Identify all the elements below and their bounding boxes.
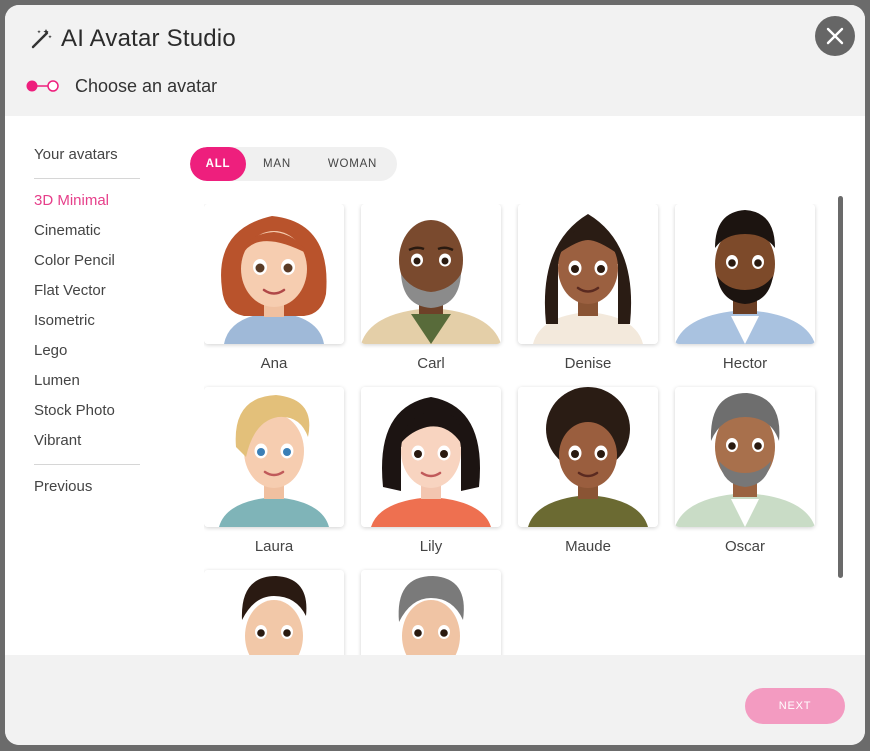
sidebar-divider xyxy=(34,178,140,179)
sidebar-item-color-pencil[interactable]: Color Pencil xyxy=(34,250,140,280)
avatar-card-carl[interactable]: Carl xyxy=(361,204,501,372)
avatar-portrait xyxy=(361,570,501,655)
magic-wand-icon xyxy=(29,27,53,51)
filter-woman-tab[interactable]: WOMAN xyxy=(308,147,397,181)
close-button[interactable] xyxy=(815,16,855,56)
style-sidebar: Your avatars 3D Minimal Cinematic Color … xyxy=(34,146,140,506)
avatar-card-hector[interactable]: Hector xyxy=(675,204,815,372)
next-button[interactable]: NEXT xyxy=(745,688,845,724)
avatar-portrait xyxy=(361,204,501,344)
title-row: AI Avatar Studio xyxy=(29,25,236,53)
modal-title: AI Avatar Studio xyxy=(61,25,236,52)
filter-man-tab[interactable]: MAN xyxy=(246,147,308,181)
avatar-card[interactable] xyxy=(204,570,344,655)
modal-header: AI Avatar Studio Choose an avatar xyxy=(5,5,865,116)
avatar-portrait xyxy=(361,387,501,527)
step-indicator-row: Choose an avatar xyxy=(25,75,217,97)
modal-footer: NEXT xyxy=(5,655,865,745)
previous-link[interactable]: Previous xyxy=(34,476,140,506)
avatar-portrait xyxy=(675,387,815,527)
avatar-portrait xyxy=(204,387,344,527)
avatar-card-lily[interactable]: Lily xyxy=(361,387,501,555)
avatar-name: Lily xyxy=(419,538,443,555)
avatar-portrait xyxy=(675,204,815,344)
sidebar-item-stock-photo[interactable]: Stock Photo xyxy=(34,400,140,430)
close-icon xyxy=(826,27,844,45)
avatar-portrait xyxy=(204,570,344,655)
sidebar-item-flat-vector[interactable]: Flat Vector xyxy=(34,280,140,310)
avatar-name: Maude xyxy=(565,538,611,555)
sidebar-item-lumen[interactable]: Lumen xyxy=(34,370,140,400)
avatar-card[interactable] xyxy=(361,570,501,655)
avatar-name: Ana xyxy=(260,355,288,372)
your-avatars-link[interactable]: Your avatars xyxy=(34,146,140,168)
avatar-portrait xyxy=(518,204,658,344)
modal-body: Your avatars 3D Minimal Cinematic Color … xyxy=(5,116,865,655)
sidebar-item-lego[interactable]: Lego xyxy=(34,340,140,370)
avatar-grid-scrollbar[interactable] xyxy=(838,196,843,578)
avatar-name: Carl xyxy=(417,355,445,372)
filter-all-tab[interactable]: ALL xyxy=(190,147,246,181)
avatar-name: Laura xyxy=(254,538,294,555)
sidebar-divider xyxy=(34,464,140,465)
avatar-grid: Ana Carl Denise Hector Laura Lily Maude … xyxy=(204,204,824,655)
avatar-name: Oscar xyxy=(724,538,765,555)
avatar-card-maude[interactable]: Maude xyxy=(518,387,658,555)
avatar-studio-modal: AI Avatar Studio Choose an avatar Your a… xyxy=(5,5,865,745)
sidebar-item-3d-minimal[interactable]: 3D Minimal xyxy=(34,190,140,220)
stepper-icon xyxy=(25,75,61,97)
avatar-card-oscar[interactable]: Oscar xyxy=(675,387,815,555)
sidebar-item-vibrant[interactable]: Vibrant xyxy=(34,430,140,460)
avatar-name: Denise xyxy=(564,355,612,372)
avatar-portrait xyxy=(204,204,344,344)
sidebar-item-cinematic[interactable]: Cinematic xyxy=(34,220,140,250)
avatar-portrait xyxy=(518,387,658,527)
gender-filter: ALL MAN WOMAN xyxy=(190,147,397,181)
sidebar-item-isometric[interactable]: Isometric xyxy=(34,310,140,340)
avatar-card-laura[interactable]: Laura xyxy=(204,387,344,555)
avatar-card-denise[interactable]: Denise xyxy=(518,204,658,372)
avatar-card-ana[interactable]: Ana xyxy=(204,204,344,372)
step-label: Choose an avatar xyxy=(75,75,218,96)
avatar-name: Hector xyxy=(722,355,768,372)
